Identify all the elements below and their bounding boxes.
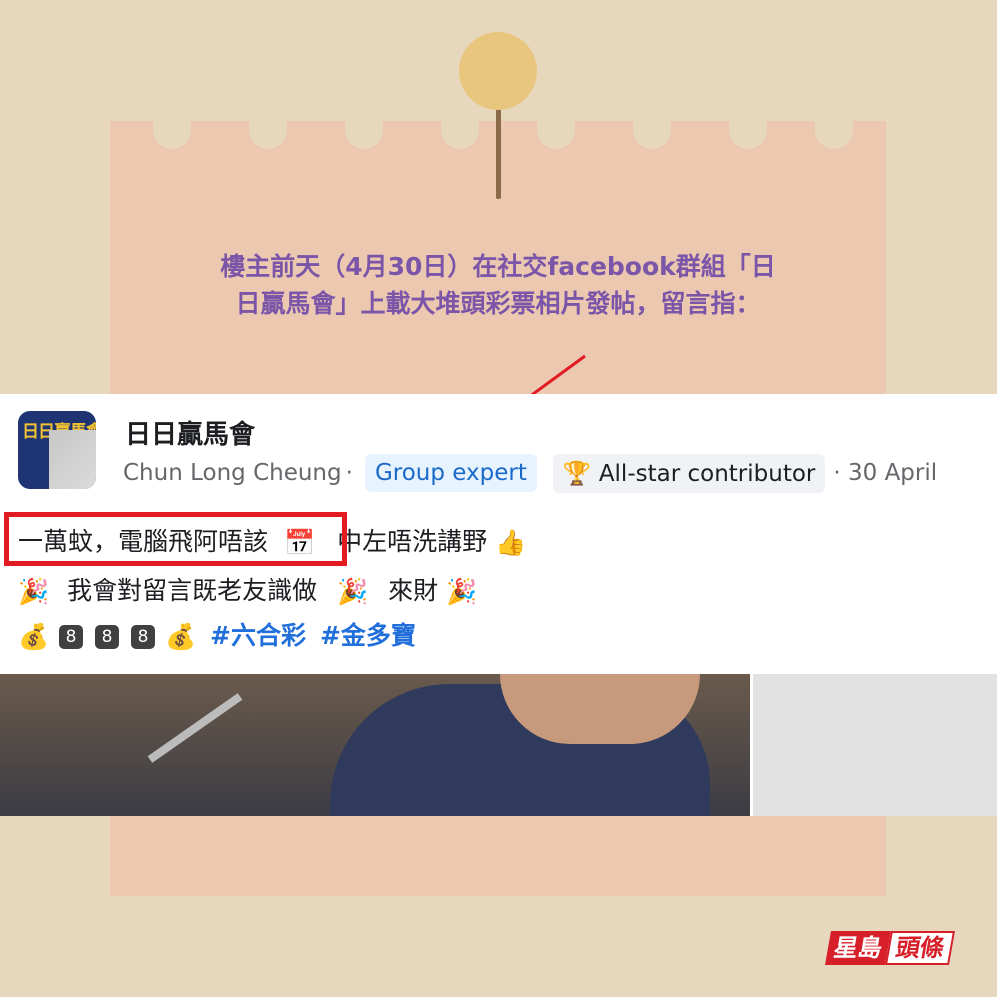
red-highlight-box	[4, 512, 347, 566]
facebook-post: 日日贏馬會 日日贏馬會 Chun Long Cheung · Group exp…	[0, 394, 997, 816]
party-popper-icon: 🎉	[18, 577, 50, 606]
group-expert-badge[interactable]: Group expert	[364, 454, 537, 492]
post-text-rest: 中左唔洗講野	[337, 527, 488, 556]
caption: 樓主前天（4月30日）在社交facebook群組「日 日贏馬會」上載大堆頭彩票相…	[140, 248, 856, 322]
logo-part-1: 星島	[825, 931, 891, 965]
caption-line-1: 樓主前天（4月30日）在社交facebook群組「日	[220, 252, 776, 281]
money-bag-icon: 💰	[18, 622, 50, 651]
photo-cable	[147, 693, 243, 763]
trophy-icon: 🏆	[562, 460, 592, 487]
hashtag-link[interactable]: #金多寶	[320, 621, 416, 650]
meta-separator: ·	[345, 460, 353, 486]
number-tile: 8	[59, 625, 84, 649]
group-avatar[interactable]: 日日贏馬會	[18, 411, 96, 489]
author-name[interactable]: Chun Long Cheung	[123, 460, 342, 486]
post-text-2a: 我會對留言既老友識做	[67, 576, 318, 605]
post-text-2b: 來財	[388, 576, 439, 605]
party-popper-icon: 🎉	[446, 577, 478, 606]
number-tile: 8	[95, 625, 120, 649]
brand-logo: 星島 頭條	[825, 931, 955, 965]
caption-line-2: 日贏馬會」上載大堆頭彩票相片發帖，留言指：	[235, 289, 761, 318]
post-photo-right[interactable]	[753, 674, 997, 816]
thumbs-up-icon: 👍	[495, 528, 527, 557]
number-tile: 8	[131, 625, 155, 649]
group-name[interactable]: 日日贏馬會	[125, 414, 255, 451]
post-text-line-2: 🎉 我會對留言既老友識做 🎉 來財 🎉	[18, 571, 477, 607]
post-meta: Chun Long Cheung · Group expert 🏆 All-st…	[123, 450, 937, 496]
post-photo-left[interactable]	[0, 674, 750, 816]
pin-icon	[459, 32, 537, 110]
post-date[interactable]: · 30 April	[833, 460, 937, 486]
blurred-profile-photo	[49, 430, 96, 489]
badge-contributor-label: All-star contributor	[598, 460, 816, 487]
pin-stick	[496, 95, 501, 199]
money-bag-icon: 💰	[164, 622, 197, 651]
party-popper-icon: 🎉	[337, 577, 369, 606]
logo-part-2: 頭條	[885, 931, 955, 965]
hashtag-link[interactable]: #六合彩	[210, 621, 306, 650]
post-text-line-3: 💰 8 8 8 💰 #六合彩 #金多寶	[18, 616, 416, 652]
all-star-contributor-badge[interactable]: 🏆 All-star contributor	[552, 453, 826, 493]
